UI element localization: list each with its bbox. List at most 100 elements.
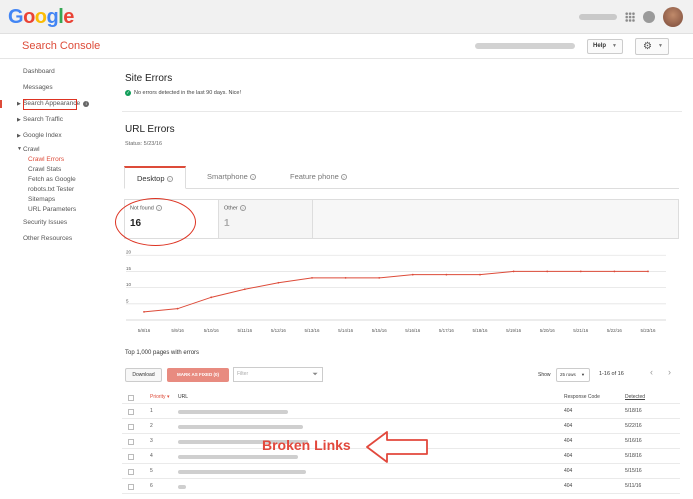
sidebar-item-crawl-stats[interactable]: Crawl Stats — [0, 165, 112, 175]
device-tabs: Desktop? Smartphone? Feature phone? — [124, 166, 679, 189]
sidebar: Dashboard Messages ▶ Search Appearance i ▶… — [0, 64, 112, 247]
data-point — [613, 270, 616, 273]
row-detected: 5/15/16 — [625, 468, 642, 474]
row-priority: 5 — [150, 468, 153, 474]
sidebar-item-url-parameters[interactable]: URL Parameters — [0, 205, 112, 215]
help-label: Help — [593, 43, 607, 49]
data-point — [210, 296, 213, 299]
table-header: Priority ▾ URL Response Code Detected — [122, 390, 680, 404]
tab-desktop[interactable]: Desktop? — [124, 166, 186, 189]
info-icon[interactable]: i — [83, 101, 90, 107]
y-tick-label: 15 — [126, 266, 132, 271]
rows-select-value: 25 rows — [560, 372, 576, 377]
download-button[interactable]: Download — [125, 368, 162, 382]
y-tick-label: 20 — [126, 250, 132, 255]
prev-page-icon[interactable]: ‹ — [650, 367, 653, 377]
sidebar-item-search-traffic[interactable]: ▶ Search Traffic — [0, 112, 112, 128]
row-response-code: 404 — [564, 423, 573, 429]
row-url[interactable] — [178, 424, 303, 429]
row-response-code: 404 — [564, 408, 573, 414]
x-tick-label: 5/15/16 — [372, 328, 388, 333]
next-page-icon[interactable]: › — [668, 367, 671, 377]
help-icon[interactable]: ? — [249, 174, 256, 181]
row-checkbox[interactable] — [128, 483, 134, 490]
data-point — [579, 270, 582, 273]
data-point — [546, 270, 549, 273]
data-point — [344, 277, 347, 279]
sidebar-item-crawl-errors[interactable]: Crawl Errors — [0, 155, 112, 165]
sidebar-item-messages[interactable]: Messages — [0, 80, 112, 96]
row-detected: 5/22/16 — [625, 423, 642, 429]
data-point — [277, 281, 280, 284]
row-url[interactable] — [178, 469, 306, 474]
table-row[interactable]: 5 404 5/15/16 — [122, 464, 680, 479]
logo-letter: o — [34, 6, 47, 28]
x-tick-label: 5/12/16 — [271, 328, 287, 333]
table-row[interactable]: 6 404 5/11/16 — [122, 479, 680, 494]
row-checkbox[interactable] — [128, 453, 134, 460]
sidebar-item-fetch-as-google[interactable]: Fetch as Google — [0, 175, 112, 185]
rows-per-page-select[interactable]: 25 rows ▼ — [556, 368, 590, 382]
row-checkbox[interactable] — [128, 468, 134, 475]
url-errors-title: URL Errors — [125, 124, 175, 135]
apps-grid-icon[interactable] — [625, 12, 635, 22]
data-point — [143, 311, 145, 313]
select-all-checkbox[interactable] — [128, 394, 134, 401]
response-code-header: Response Code — [564, 394, 600, 400]
chevron-down-icon: ▼ — [658, 43, 663, 49]
x-tick-label: 5/18/16 — [472, 328, 488, 333]
settings-button[interactable]: ⚙ ▼ — [635, 38, 669, 55]
notifications-icon[interactable] — [643, 11, 655, 23]
sidebar-item-robots-tester[interactable]: robots.txt Tester — [0, 185, 112, 195]
row-url[interactable] — [178, 484, 186, 489]
row-detected: 5/16/16 — [625, 438, 642, 444]
google-logo[interactable]: Google — [8, 6, 74, 29]
detected-header[interactable]: Detected — [625, 390, 645, 404]
table-row[interactable]: 1 404 5/18/16 — [122, 404, 680, 419]
row-checkbox[interactable] — [128, 438, 134, 445]
help-icon[interactable]: ? — [166, 176, 173, 183]
avatar[interactable] — [663, 7, 683, 27]
logo-letter: o — [23, 6, 35, 28]
row-detected: 5/18/16 — [625, 453, 642, 459]
help-icon[interactable]: ? — [239, 205, 246, 211]
row-url[interactable] — [178, 409, 288, 414]
tab-smartphone[interactable]: Smartphone? — [207, 166, 256, 189]
row-checkbox[interactable] — [128, 423, 134, 430]
table-caption: Top 1,000 pages with errors — [125, 350, 200, 356]
row-response-code: 404 — [564, 468, 573, 474]
row-checkbox[interactable] — [128, 408, 134, 415]
site-selector[interactable] — [475, 43, 575, 49]
sidebar-item-google-index[interactable]: ▶ Google Index — [0, 128, 112, 144]
x-tick-label: 5/8/16 — [138, 328, 151, 333]
logo-letter: e — [63, 6, 74, 28]
show-label: Show — [538, 372, 551, 378]
help-icon[interactable]: ? — [340, 174, 347, 181]
data-point — [445, 273, 448, 276]
sidebar-item-sitemaps[interactable]: Sitemaps — [0, 195, 112, 205]
data-point — [243, 288, 246, 291]
x-tick-label: 5/16/16 — [405, 328, 421, 333]
left-arrow-icon — [366, 431, 428, 463]
filter-icon: ⏷ — [312, 371, 318, 378]
other-box[interactable]: Other? 1 — [219, 200, 313, 238]
tab-feature-phone[interactable]: Feature phone? — [290, 166, 347, 189]
errors-line-chart: 5 10 15 20 5/8/16 5/9/16 5/10/16 5/11/16 5/12/16… — [126, 250, 666, 333]
priority-header[interactable]: Priority ▾ — [150, 390, 169, 404]
caret-right-icon: ▶ — [17, 101, 21, 107]
sidebar-item-security-issues[interactable]: Security Issues — [0, 215, 112, 231]
site-errors-status: ✓ No errors detected in the last 90 days.… — [125, 90, 241, 96]
data-point — [479, 273, 481, 276]
mark-as-fixed-button[interactable]: MARK AS FIXED (0) — [167, 368, 229, 382]
sidebar-item-other-resources[interactable]: Other Resources — [0, 231, 112, 247]
product-bar: Search Console Help ▼ ⚙ ▼ — [0, 34, 693, 59]
row-url[interactable] — [178, 454, 298, 459]
filter-input[interactable]: Filter ⏷ — [233, 367, 323, 382]
help-button[interactable]: Help ▼ — [587, 39, 623, 54]
product-title[interactable]: Search Console — [22, 40, 100, 52]
sidebar-item-dashboard[interactable]: Dashboard — [0, 64, 112, 80]
sidebar-item-crawl[interactable]: ▼ Crawl — [0, 144, 112, 155]
row-priority: 4 — [150, 453, 153, 459]
x-tick-label: 5/10/16 — [204, 328, 220, 333]
caret-right-icon: ▶ — [17, 117, 21, 123]
